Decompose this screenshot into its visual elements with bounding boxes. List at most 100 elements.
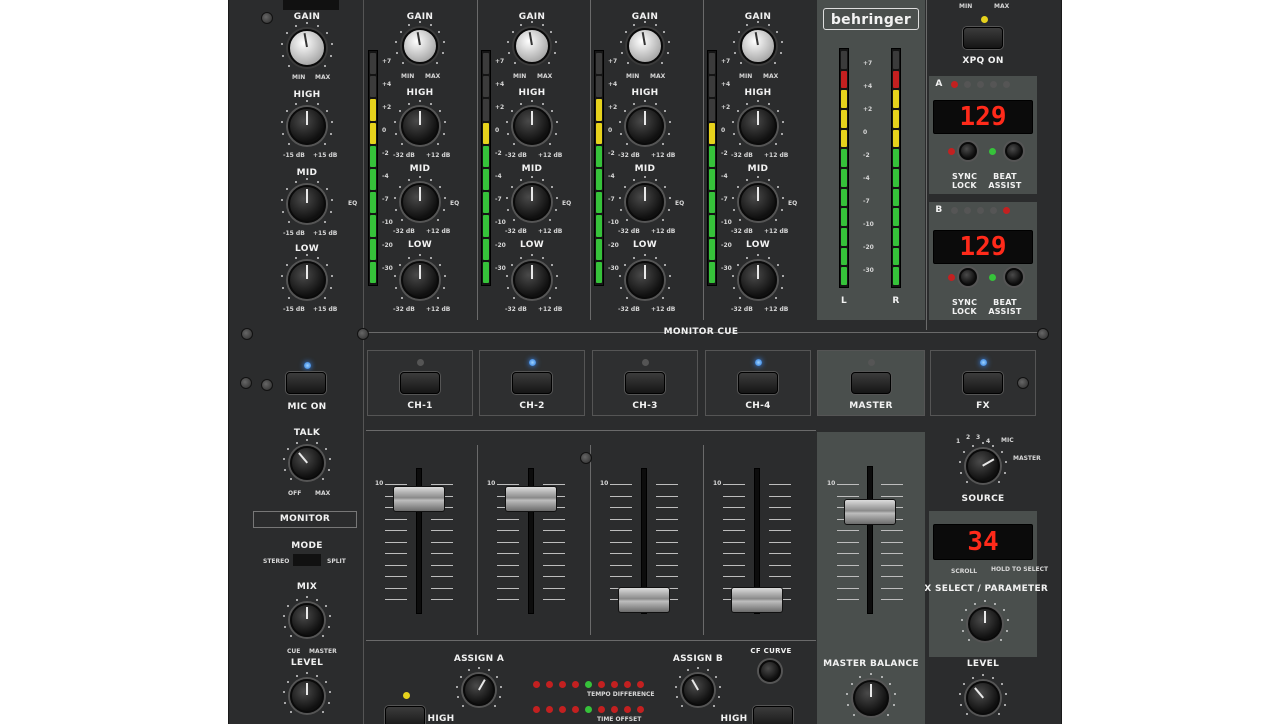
knob-indicator <box>644 187 646 202</box>
cf-curve-knob[interactable] <box>759 660 781 682</box>
left-mid-knob[interactable] <box>288 185 326 223</box>
bottom-left-button[interactable] <box>385 706 425 724</box>
mix-knob-scale-dot <box>327 626 330 629</box>
ch3-low-knob[interactable] <box>626 261 664 299</box>
ch3-high-knob[interactable] <box>626 107 664 145</box>
mic-on-button[interactable] <box>286 372 326 394</box>
cue-button-fx[interactable] <box>963 372 1003 394</box>
ch1-meter-scale-8: -20 <box>382 242 393 249</box>
ch2-mid-knob[interactable] <box>513 183 551 221</box>
xpq-on-button[interactable] <box>963 27 1003 49</box>
ch2-fader-cap[interactable] <box>505 485 557 512</box>
master-fader-cap[interactable] <box>844 498 896 525</box>
bottom-right-button[interactable] <box>753 706 793 724</box>
assign-a-knob[interactable] <box>463 674 495 706</box>
ch1-fader-tick <box>431 564 453 566</box>
ch1-mid-knob-scale-dot <box>436 218 439 221</box>
ch1-high-knob-scale-dot <box>442 132 445 135</box>
master-balance-knob[interactable] <box>853 680 889 716</box>
ch1-fader-cap[interactable] <box>393 485 445 512</box>
ch3-mid-knob[interactable] <box>626 183 664 221</box>
ch2-low-knob[interactable] <box>513 261 551 299</box>
ch2-high-knob-scale-dot <box>510 110 513 113</box>
ch1-low-knob[interactable] <box>401 261 439 299</box>
ch1-mid-knob[interactable] <box>401 183 439 221</box>
assign-a-knob-scale-dot <box>456 685 459 688</box>
bpm-b-beat-button[interactable] <box>1005 268 1023 286</box>
ch1-gain-knob[interactable] <box>402 28 438 64</box>
master-fader-top: 10 <box>827 480 836 487</box>
fx-select-knob[interactable] <box>968 607 1002 641</box>
time-offset-led <box>533 706 540 713</box>
assign-b-knob[interactable] <box>682 674 714 706</box>
bpm-a-beat-button[interactable] <box>1005 142 1023 160</box>
ch2-low-range-lo: -32 dB <box>505 306 527 313</box>
mix-knob[interactable] <box>290 603 324 637</box>
bpm-b-tag: B <box>935 205 943 215</box>
ch2-gain-knob[interactable] <box>514 28 550 64</box>
mix-knob-scale-dot <box>324 605 327 608</box>
ch3-mid-range-hi: +12 dB <box>651 228 676 235</box>
ch1-fader-tick <box>431 484 453 485</box>
master-balance-knob-scale-dot <box>850 682 853 685</box>
ch4-high-knob[interactable] <box>739 107 777 145</box>
left-high-range-lo: -15 dB <box>283 152 305 159</box>
talk-knob-scale-dot <box>306 439 308 441</box>
fx-level-knob[interactable] <box>966 681 1000 715</box>
source-knob[interactable] <box>966 449 1000 483</box>
ch1-high-knob-scale-dot <box>394 121 397 124</box>
ch1-fader-tick <box>431 587 453 589</box>
cue-label-fx: FX <box>976 401 990 411</box>
left-high-knob[interactable] <box>288 107 326 145</box>
cue-button-ch3[interactable] <box>625 372 665 394</box>
source-tick-1: 2 <box>966 434 971 441</box>
master-meter-scale-5: -4 <box>863 175 870 182</box>
left-gain-knob-scale-dot <box>294 24 297 27</box>
cue-button-ch1[interactable] <box>400 372 440 394</box>
ch1-meter-scale-0: +7 <box>382 58 392 65</box>
ch2-high-knob[interactable] <box>513 107 551 145</box>
left-level-knob[interactable] <box>290 679 324 713</box>
ch4-mid-knob[interactable] <box>739 183 777 221</box>
meter-segment <box>370 76 376 98</box>
time-offset-led <box>624 706 631 713</box>
ch4-gain-knob[interactable] <box>740 28 776 64</box>
ch1-fader-top: 10 <box>375 480 384 487</box>
ch2-mid-knob-scale-dot <box>531 176 533 178</box>
ch4-low-knob[interactable] <box>739 261 777 299</box>
cue-button-ch2[interactable] <box>512 372 552 394</box>
ch4-low-knob-scale-dot <box>777 264 780 267</box>
knob-indicator <box>757 187 759 202</box>
ch3-fader-top: 10 <box>600 480 609 487</box>
bpm-a-sync-button[interactable] <box>959 142 977 160</box>
source-tick-2: 3 <box>976 434 981 441</box>
ch3-gain-knob-scale-dot <box>624 30 627 33</box>
divider-right <box>926 0 927 330</box>
ch1-high-range-hi: +12 dB <box>426 152 451 159</box>
ch4-high-knob-scale-dot <box>768 102 771 105</box>
ch4-fader-cap[interactable] <box>731 587 783 613</box>
ch3-gain-knob[interactable] <box>627 28 663 64</box>
ch1-high-knob-scale-dot <box>419 100 421 102</box>
left-low-knob[interactable] <box>288 261 326 299</box>
ch3-fader-cap[interactable] <box>618 587 670 613</box>
bpm-a-beat-led <box>1003 81 1010 88</box>
ch3-meter-scale-8: -20 <box>608 242 619 249</box>
ch3-gain-knob-scale-dot <box>621 52 624 55</box>
master-meter-l: L <box>840 296 848 306</box>
cue-button-master[interactable] <box>851 372 891 394</box>
left-gain-knob[interactable] <box>288 29 326 67</box>
ch3-mid-knob-scale-dot <box>623 186 626 189</box>
bpm-b-sync-button[interactable] <box>959 268 977 286</box>
cue-button-ch4[interactable] <box>738 372 778 394</box>
meter-segment <box>893 267 899 285</box>
knob-indicator <box>303 33 308 48</box>
left-mid-knob-scale-dot <box>282 210 285 213</box>
ch3-mid-knob-scale-dot <box>626 218 629 221</box>
ch2-low-knob-scale-dot <box>510 264 513 267</box>
mode-switch[interactable] <box>293 554 321 566</box>
ch4-fader-tick <box>723 495 745 497</box>
talk-knob[interactable] <box>290 446 324 480</box>
ch1-high-knob[interactable] <box>401 107 439 145</box>
mic-on-led <box>304 362 311 369</box>
